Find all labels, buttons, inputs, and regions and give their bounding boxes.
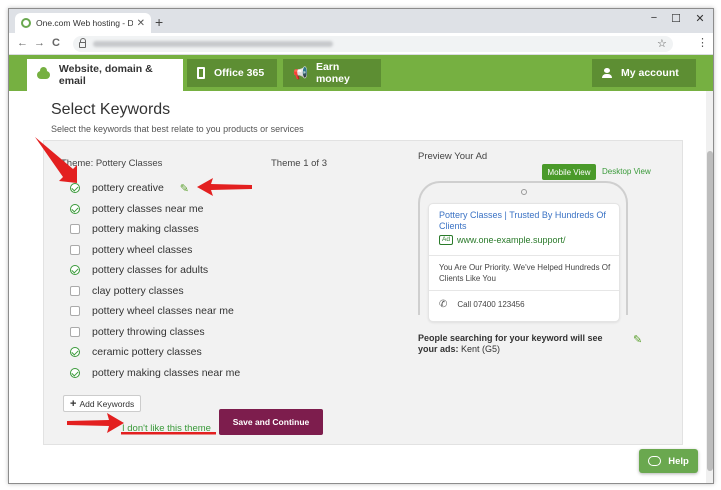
- checkbox-checked[interactable]: [70, 347, 80, 358]
- address-bar[interactable]: [73, 36, 673, 52]
- add-keywords-label: Add Keywords: [79, 398, 135, 409]
- audience-label: People searching for your keyword will s…: [418, 333, 603, 354]
- dislike-theme-link[interactable]: I don't like this theme: [122, 423, 211, 434]
- person-icon: [602, 68, 612, 78]
- keyword-list: pottery creative ✎ pottery classes near …: [70, 178, 240, 383]
- divider: [429, 290, 619, 291]
- forward-arrow-icon[interactable]: →: [34, 37, 45, 49]
- add-keywords-button[interactable]: + Add Keywords: [63, 395, 142, 412]
- browser-window: One.com Web hosting - Doma ✕ + − ☐ ✕ ← →…: [8, 8, 714, 484]
- keyword-text: pottery throwing classes: [92, 325, 205, 338]
- save-continue-button[interactable]: Save and Continue: [219, 409, 323, 435]
- desktop-view-link[interactable]: Desktop View: [602, 167, 651, 176]
- my-account-label: My account: [621, 67, 679, 79]
- checkbox-unchecked[interactable]: [70, 224, 80, 235]
- keyword-item[interactable]: pottery making classes: [70, 219, 240, 240]
- nav-tab-website[interactable]: Website, domain & email: [27, 59, 183, 91]
- bookmark-star-icon[interactable]: ☆: [657, 37, 667, 50]
- ad-badge: Ad: [439, 235, 453, 245]
- reload-icon[interactable]: C: [52, 37, 60, 49]
- ad-url: www.one-example.support/: [456, 235, 566, 245]
- keyword-text: ceramic pottery classes: [92, 346, 202, 359]
- checkbox-checked[interactable]: [70, 367, 80, 378]
- keyword-item[interactable]: pottery wheel classes near me: [70, 301, 240, 322]
- nav-tab-label: Earn money: [315, 61, 350, 85]
- keyword-item[interactable]: pottery throwing classes: [70, 322, 240, 343]
- ad-card: Pottery Classes | Trusted By Hundreds Of…: [428, 203, 620, 322]
- chat-bubble-icon: [648, 456, 662, 466]
- scroll-thumb[interactable]: [707, 151, 713, 471]
- keyword-text: clay pottery classes: [92, 284, 184, 297]
- keyword-item[interactable]: pottery wheel classes: [70, 240, 240, 261]
- nav-tab-office365[interactable]: Office 365: [187, 59, 277, 87]
- page-scrollbar[interactable]: [706, 91, 713, 483]
- audience-text: People searching for your keyword will s…: [418, 333, 618, 355]
- keyword-text: pottery classes for adults: [92, 264, 209, 277]
- preview-label: Preview Your Ad: [418, 151, 488, 162]
- cloud-icon: [37, 67, 50, 79]
- nav-tab-label: Website, domain & email: [58, 63, 153, 87]
- new-tab-button[interactable]: +: [155, 14, 163, 30]
- megaphone-icon: 📢: [293, 66, 308, 80]
- help-label: Help: [668, 455, 689, 467]
- checkbox-checked[interactable]: [70, 183, 80, 194]
- checkbox-unchecked[interactable]: [70, 306, 80, 317]
- keyword-item[interactable]: pottery classes near me: [70, 199, 240, 220]
- theme-count: Theme 1 of 3: [271, 158, 327, 169]
- keyword-text: pottery wheel classes near me: [92, 305, 234, 318]
- audience-location: Kent (G5): [458, 344, 501, 354]
- edit-location-pencil-icon[interactable]: ✎: [633, 333, 642, 346]
- nav-tab-label: Office 365: [214, 67, 265, 79]
- favicon-icon: [21, 18, 31, 28]
- keyword-item[interactable]: clay pottery classes: [70, 281, 240, 302]
- tab-title: One.com Web hosting - Doma: [36, 18, 133, 28]
- checkbox-unchecked[interactable]: [70, 285, 80, 296]
- ad-call-text: Call 07400 123456: [457, 300, 525, 309]
- ad-headline: Pottery Classes | Trusted By Hundreds Of…: [439, 210, 606, 231]
- checkbox-checked[interactable]: [70, 265, 80, 276]
- back-arrow-icon[interactable]: ←: [17, 37, 28, 49]
- page-subtitle: Select the keywords that best relate to …: [51, 124, 304, 134]
- checkbox-unchecked[interactable]: [70, 326, 80, 337]
- theme-label: Theme: Pottery Classes: [61, 158, 163, 169]
- checkbox-checked[interactable]: [70, 203, 80, 214]
- ad-call-row: ✆ Call 07400 123456: [439, 299, 525, 310]
- office-icon: [197, 67, 205, 79]
- minimize-button[interactable]: −: [647, 12, 661, 24]
- keyword-text: pottery wheel classes: [92, 243, 193, 256]
- plus-icon: +: [70, 397, 77, 410]
- site-nav: Website, domain & email Office 365 📢 Ear…: [9, 55, 713, 91]
- tab-close-icon[interactable]: ✕: [137, 18, 145, 29]
- browser-menu-icon[interactable]: ⋮: [697, 36, 708, 49]
- phone-icon: ✆: [439, 299, 448, 310]
- browser-tab[interactable]: One.com Web hosting - Doma ✕: [15, 13, 151, 33]
- tab-bar: One.com Web hosting - Doma ✕ + − ☐ ✕: [9, 9, 713, 33]
- nav-tab-earn-money[interactable]: 📢 Earn money: [283, 59, 381, 87]
- lock-icon: [79, 38, 86, 48]
- keyword-text: pottery making classes: [92, 223, 199, 236]
- help-button[interactable]: Help: [639, 449, 698, 473]
- page-title: Select Keywords: [51, 101, 171, 118]
- camera-icon: [521, 189, 527, 195]
- ad-description: You Are Our Priority. We've Helped Hundr…: [439, 263, 611, 283]
- url-blurred: [93, 41, 333, 47]
- my-account-button[interactable]: My account: [592, 59, 696, 87]
- browser-toolbar: ← → C: [9, 33, 713, 55]
- keyword-text: pottery classes near me: [92, 202, 204, 215]
- keyword-text: pottery creative: [92, 182, 164, 195]
- keyword-text: pottery making classes near me: [92, 366, 241, 379]
- pencil-icon[interactable]: ✎: [180, 182, 189, 195]
- divider: [429, 255, 619, 256]
- close-window-button[interactable]: ✕: [693, 12, 707, 25]
- mobile-view-button[interactable]: Mobile View: [542, 164, 596, 180]
- keyword-item[interactable]: pottery classes for adults: [70, 260, 240, 281]
- maximize-button[interactable]: ☐: [669, 12, 683, 25]
- ad-url-row: Ad www.one-example.support/: [439, 235, 566, 245]
- checkbox-unchecked[interactable]: [70, 244, 80, 255]
- keyword-item[interactable]: pottery making classes near me: [70, 363, 240, 384]
- keyword-item[interactable]: pottery creative ✎: [70, 178, 240, 199]
- keyword-item[interactable]: ceramic pottery classes: [70, 342, 240, 363]
